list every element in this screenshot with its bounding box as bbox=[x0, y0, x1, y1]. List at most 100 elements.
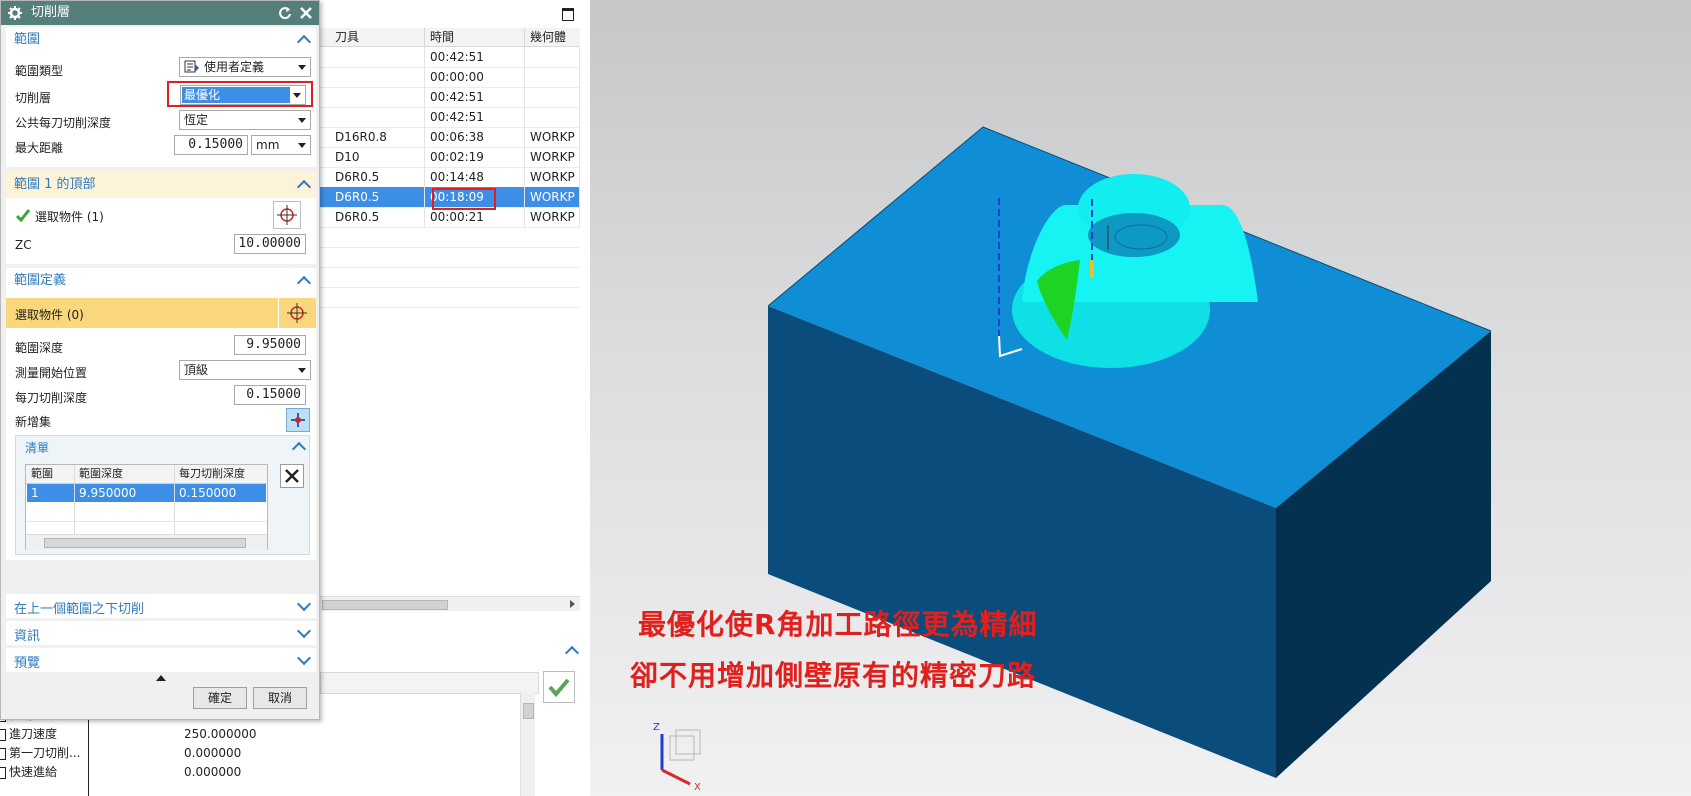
table-row[interactable]: 第一刀切削... 0.000000 bbox=[0, 743, 520, 763]
cut-below-section[interactable]: 在上一個範圍之下切削 bbox=[6, 594, 316, 618]
collapse-icon bbox=[296, 34, 312, 50]
ok-button[interactable]: 確定 bbox=[193, 687, 247, 709]
table-row[interactable]: 進刀速度 250.000000 bbox=[0, 724, 520, 744]
max-distance-unit-select[interactable]: mm bbox=[251, 135, 311, 155]
zc-input[interactable]: 10.00000 bbox=[234, 234, 306, 254]
cancel-button[interactable]: 取消 bbox=[253, 687, 307, 709]
range-def-header[interactable]: 範圍定義 bbox=[6, 268, 316, 294]
cell-geom: WORKP bbox=[525, 127, 580, 147]
range-top-header[interactable]: 範圍 1 的頂部 bbox=[6, 172, 316, 198]
scroll-right-icon[interactable] bbox=[570, 600, 575, 608]
range-type-label: 範圍類型 bbox=[15, 64, 64, 78]
row-checkbox[interactable] bbox=[0, 748, 6, 760]
param-value: 0.000000 bbox=[184, 765, 242, 779]
expand-icon bbox=[296, 596, 312, 612]
list-col-range[interactable]: 範圍 bbox=[31, 465, 53, 483]
expand-icon bbox=[296, 650, 312, 666]
caption-line-2: 卻不用增加側壁原有的精密刀路 bbox=[630, 659, 1037, 692]
measure-start-select[interactable]: 頂級 bbox=[179, 360, 311, 380]
param-name: 快速進給 bbox=[9, 765, 58, 779]
cell-time: 00:02:19 bbox=[425, 147, 525, 167]
cell-tool: D16R0.8 bbox=[330, 127, 425, 147]
close-icon[interactable] bbox=[299, 6, 313, 20]
per-cut-depth-input[interactable]: 0.15000 bbox=[234, 385, 306, 405]
navigator-hscroll[interactable] bbox=[320, 596, 580, 611]
gear-icon bbox=[8, 6, 22, 20]
range-def-select-row[interactable]: 選取物件 (0) bbox=[6, 298, 316, 328]
list-col-per-cut[interactable]: 每刀切削深度 bbox=[179, 465, 245, 483]
table-row[interactable]: 00:42:51 bbox=[320, 87, 580, 107]
param-name: 進刀速度 bbox=[9, 727, 58, 741]
more-options-icon[interactable] bbox=[156, 675, 166, 681]
caption-line-1: 最優化使R角加工路徑更為精細 bbox=[638, 608, 1038, 641]
list-col-depth[interactable]: 範圍深度 bbox=[79, 465, 123, 483]
graphics-viewport[interactable]: 最優化使R角加工路徑更為精細 卻不用增加側壁原有的精密刀路 Z X bbox=[590, 0, 1691, 796]
param-value: 250.000000 bbox=[184, 727, 257, 741]
table-row[interactable]: 快速進給 0.000000 bbox=[0, 762, 520, 782]
delete-row-button[interactable] bbox=[280, 464, 304, 488]
range-type-select[interactable]: 使用者定義 bbox=[179, 57, 311, 77]
cell-time: 00:42:51 bbox=[425, 107, 525, 127]
range-section-header[interactable]: 範圍 bbox=[6, 27, 316, 53]
table-row[interactable]: 1 9.950000 0.150000 bbox=[27, 484, 266, 502]
info-header: 資訊 bbox=[14, 629, 41, 644]
cell-time: 00:14:48 bbox=[425, 167, 525, 187]
cut-below-header: 在上一個範圍之下切削 bbox=[14, 602, 145, 617]
info-section[interactable]: 資訊 bbox=[6, 621, 316, 645]
list-subsection: 清單 範圍 範圍深度 每刀切削深度 1 9.950000 0.150000 bbox=[15, 435, 310, 555]
list-cell-range: 1 bbox=[31, 486, 39, 500]
table-row[interactable]: 00:42:51 bbox=[320, 107, 580, 127]
add-set-button[interactable] bbox=[286, 408, 310, 432]
triad-x-label: X bbox=[694, 782, 701, 793]
point-select-button[interactable] bbox=[273, 201, 301, 229]
max-distance-input[interactable]: 0.15000 bbox=[174, 135, 248, 155]
expand-icon bbox=[296, 623, 312, 639]
cell-time: 00:42:51 bbox=[425, 47, 525, 67]
table-row[interactable]: D16R0.8 00:06:38 WORKP bbox=[320, 127, 580, 147]
add-set-label: 新增集 bbox=[15, 415, 52, 429]
details-table-header bbox=[320, 672, 539, 694]
crosshair-icon[interactable] bbox=[284, 300, 310, 326]
preview-section[interactable]: 預覽 bbox=[6, 648, 316, 672]
cut-levels-select[interactable]: 最優化 bbox=[180, 85, 306, 105]
range-def-section: 範圍定義 選取物件 (0) 範圍深度 9.95000 測量開始位置 頂級 每刀切… bbox=[6, 268, 316, 560]
details-vscroll[interactable] bbox=[520, 693, 535, 796]
param-value: 0.000000 bbox=[184, 746, 242, 760]
col-tool[interactable]: 刀具 bbox=[330, 28, 425, 46]
crosshair-icon bbox=[277, 205, 297, 225]
cell-tool: D6R0.5 bbox=[330, 167, 425, 187]
cell-geom: WORKP bbox=[525, 187, 580, 207]
range-top-section: 範圍 1 的頂部 選取物件 (1) ZC 10.00000 bbox=[6, 172, 316, 264]
range-def-header-text: 範圍定義 bbox=[14, 273, 67, 288]
range-depth-input[interactable]: 9.95000 bbox=[234, 335, 306, 355]
confirm-check-button[interactable] bbox=[543, 671, 575, 703]
table-row[interactable]: D6R0.5 00:14:48 WORKP bbox=[320, 167, 580, 187]
list-header: 清單 bbox=[25, 441, 50, 455]
table-row[interactable]: D6R0.5 00:00:21 WORKP bbox=[320, 207, 580, 227]
list-hscroll[interactable] bbox=[26, 534, 267, 550]
maximize-icon[interactable] bbox=[562, 8, 574, 21]
collapse-icon[interactable] bbox=[291, 441, 307, 457]
col-time[interactable]: 時間 bbox=[425, 28, 525, 46]
max-distance-label: 最大距離 bbox=[15, 141, 64, 155]
cut-levels-label: 切削層 bbox=[15, 91, 52, 105]
cell-geom bbox=[525, 47, 580, 67]
common-depth-select[interactable]: 恆定 bbox=[179, 110, 311, 130]
cell-geom bbox=[525, 67, 580, 87]
table-row[interactable]: D10 00:02:19 WORKP bbox=[320, 147, 580, 167]
time-highlight-box bbox=[432, 188, 496, 210]
range-top-select-label: 選取物件 (1) bbox=[35, 210, 104, 224]
reset-icon[interactable] bbox=[278, 6, 292, 20]
grid-line bbox=[320, 267, 580, 268]
cell-tool: D10 bbox=[330, 147, 425, 167]
table-row[interactable]: 00:00:00 bbox=[320, 67, 580, 87]
grid-line bbox=[320, 247, 580, 248]
row-checkbox[interactable] bbox=[0, 729, 6, 741]
table-row[interactable]: 00:42:51 bbox=[320, 47, 580, 67]
col-geometry[interactable]: 幾何體 bbox=[525, 28, 580, 46]
add-icon bbox=[291, 413, 305, 427]
delete-icon bbox=[285, 469, 299, 483]
range-header-text: 範圍 bbox=[14, 32, 41, 47]
row-checkbox[interactable] bbox=[0, 767, 6, 779]
grid-line bbox=[320, 307, 580, 308]
